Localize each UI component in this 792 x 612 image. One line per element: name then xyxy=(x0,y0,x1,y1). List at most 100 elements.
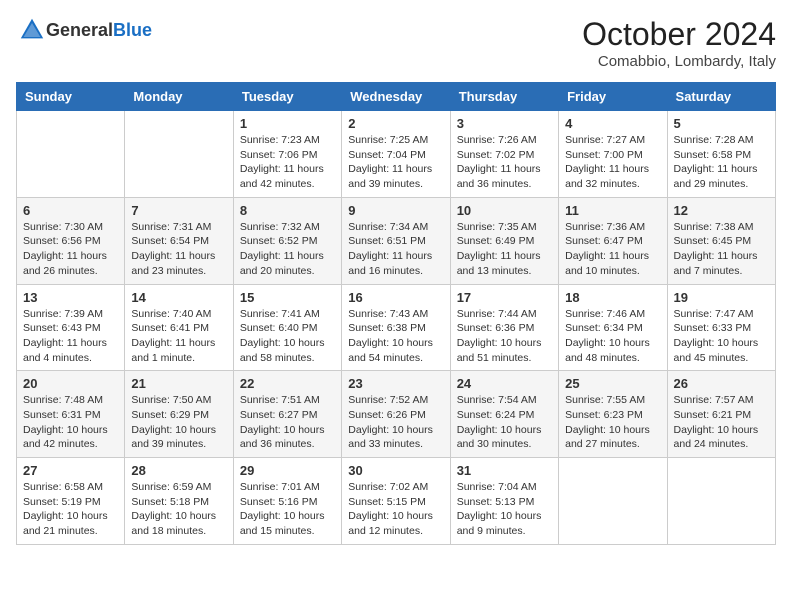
title-block: October 2024 Comabbio, Lombardy, Italy xyxy=(582,16,776,70)
cell-content: Sunrise: 7:04 AM Sunset: 5:13 PM Dayligh… xyxy=(457,480,552,539)
day-number: 6 xyxy=(23,203,118,218)
day-number: 1 xyxy=(240,116,335,131)
cell-content: Sunrise: 7:52 AM Sunset: 6:26 PM Dayligh… xyxy=(348,393,443,452)
cell-content: Sunrise: 7:32 AM Sunset: 6:52 PM Dayligh… xyxy=(240,220,335,279)
day-number: 12 xyxy=(674,203,769,218)
calendar-cell: 13 Sunrise: 7:39 AM Sunset: 6:43 PM Dayli… xyxy=(17,284,125,371)
calendar-table: SundayMondayTuesdayWednesdayThursdayFrid… xyxy=(16,82,776,545)
cell-content: Sunrise: 7:23 AM Sunset: 7:06 PM Dayligh… xyxy=(240,133,335,192)
cell-content: Sunrise: 7:25 AM Sunset: 7:04 PM Dayligh… xyxy=(348,133,443,192)
cell-content: Sunrise: 7:46 AM Sunset: 6:34 PM Dayligh… xyxy=(565,307,660,366)
calendar-cell: 30 Sunrise: 7:02 AM Sunset: 5:15 PM Dayli… xyxy=(342,458,450,545)
calendar-week-2: 6 Sunrise: 7:30 AM Sunset: 6:56 PM Daylig… xyxy=(17,197,776,284)
col-header-tuesday: Tuesday xyxy=(233,83,341,111)
day-number: 15 xyxy=(240,290,335,305)
calendar-cell: 12 Sunrise: 7:38 AM Sunset: 6:45 PM Dayli… xyxy=(667,197,775,284)
cell-content: Sunrise: 7:40 AM Sunset: 6:41 PM Dayligh… xyxy=(131,307,226,366)
cell-content: Sunrise: 7:36 AM Sunset: 6:47 PM Dayligh… xyxy=(565,220,660,279)
col-header-friday: Friday xyxy=(559,83,667,111)
cell-content: Sunrise: 7:31 AM Sunset: 6:54 PM Dayligh… xyxy=(131,220,226,279)
calendar-week-1: 1 Sunrise: 7:23 AM Sunset: 7:06 PM Daylig… xyxy=(17,111,776,198)
cell-content: Sunrise: 7:39 AM Sunset: 6:43 PM Dayligh… xyxy=(23,307,118,366)
day-number: 16 xyxy=(348,290,443,305)
calendar-cell: 14 Sunrise: 7:40 AM Sunset: 6:41 PM Dayli… xyxy=(125,284,233,371)
calendar-week-4: 20 Sunrise: 7:48 AM Sunset: 6:31 PM Dayli… xyxy=(17,371,776,458)
day-number: 31 xyxy=(457,463,552,478)
calendar-week-3: 13 Sunrise: 7:39 AM Sunset: 6:43 PM Dayli… xyxy=(17,284,776,371)
calendar-cell: 2 Sunrise: 7:25 AM Sunset: 7:04 PM Daylig… xyxy=(342,111,450,198)
col-header-sunday: Sunday xyxy=(17,83,125,111)
day-number: 2 xyxy=(348,116,443,131)
day-number: 27 xyxy=(23,463,118,478)
cell-content: Sunrise: 7:26 AM Sunset: 7:02 PM Dayligh… xyxy=(457,133,552,192)
location: Comabbio, Lombardy, Italy xyxy=(582,53,776,70)
cell-content: Sunrise: 7:51 AM Sunset: 6:27 PM Dayligh… xyxy=(240,393,335,452)
calendar-cell: 11Sunrise: 7:36 AM Sunset: 6:47 PM Dayli… xyxy=(559,197,667,284)
calendar-cell: 18 Sunrise: 7:46 AM Sunset: 6:34 PM Dayli… xyxy=(559,284,667,371)
calendar-cell: 27 Sunrise: 6:58 AM Sunset: 5:19 PM Dayli… xyxy=(17,458,125,545)
month-year: October 2024 xyxy=(582,16,776,53)
calendar-cell: 26Sunrise: 7:57 AM Sunset: 6:21 PM Dayli… xyxy=(667,371,775,458)
cell-content: Sunrise: 6:58 AM Sunset: 5:19 PM Dayligh… xyxy=(23,480,118,539)
calendar-cell: 17 Sunrise: 7:44 AM Sunset: 6:36 PM Dayli… xyxy=(450,284,558,371)
day-number: 18 xyxy=(565,290,660,305)
cell-content: Sunrise: 7:41 AM Sunset: 6:40 PM Dayligh… xyxy=(240,307,335,366)
day-number: 28 xyxy=(131,463,226,478)
cell-content: Sunrise: 7:38 AM Sunset: 6:45 PM Dayligh… xyxy=(674,220,769,279)
calendar-cell: 3 Sunrise: 7:26 AM Sunset: 7:02 PM Daylig… xyxy=(450,111,558,198)
calendar-week-5: 27 Sunrise: 6:58 AM Sunset: 5:19 PM Dayli… xyxy=(17,458,776,545)
day-number: 10 xyxy=(457,203,552,218)
day-number: 30 xyxy=(348,463,443,478)
logo-general-text: General xyxy=(46,20,113,40)
page-header: GeneralBlue October 2024 Comabbio, Lomba… xyxy=(16,16,776,70)
cell-content: Sunrise: 7:48 AM Sunset: 6:31 PM Dayligh… xyxy=(23,393,118,452)
calendar-cell: 5Sunrise: 7:28 AM Sunset: 6:58 PM Daylig… xyxy=(667,111,775,198)
col-header-monday: Monday xyxy=(125,83,233,111)
cell-content: Sunrise: 7:34 AM Sunset: 6:51 PM Dayligh… xyxy=(348,220,443,279)
calendar-cell: 16Sunrise: 7:43 AM Sunset: 6:38 PM Dayli… xyxy=(342,284,450,371)
calendar-cell: 31 Sunrise: 7:04 AM Sunset: 5:13 PM Dayli… xyxy=(450,458,558,545)
calendar-cell: 23Sunrise: 7:52 AM Sunset: 6:26 PM Dayli… xyxy=(342,371,450,458)
cell-content: Sunrise: 7:44 AM Sunset: 6:36 PM Dayligh… xyxy=(457,307,552,366)
calendar-cell: 25Sunrise: 7:55 AM Sunset: 6:23 PM Dayli… xyxy=(559,371,667,458)
calendar-cell: 6 Sunrise: 7:30 AM Sunset: 6:56 PM Daylig… xyxy=(17,197,125,284)
day-number: 20 xyxy=(23,376,118,391)
calendar-cell: 1 Sunrise: 7:23 AM Sunset: 7:06 PM Daylig… xyxy=(233,111,341,198)
calendar-cell: 19Sunrise: 7:47 AM Sunset: 6:33 PM Dayli… xyxy=(667,284,775,371)
day-number: 17 xyxy=(457,290,552,305)
calendar-cell: 24Sunrise: 7:54 AM Sunset: 6:24 PM Dayli… xyxy=(450,371,558,458)
col-header-thursday: Thursday xyxy=(450,83,558,111)
cell-content: Sunrise: 7:57 AM Sunset: 6:21 PM Dayligh… xyxy=(674,393,769,452)
day-number: 21 xyxy=(131,376,226,391)
day-number: 8 xyxy=(240,203,335,218)
day-number: 4 xyxy=(565,116,660,131)
cell-content: Sunrise: 7:54 AM Sunset: 6:24 PM Dayligh… xyxy=(457,393,552,452)
cell-content: Sunrise: 7:30 AM Sunset: 6:56 PM Dayligh… xyxy=(23,220,118,279)
calendar-header-row: SundayMondayTuesdayWednesdayThursdayFrid… xyxy=(17,83,776,111)
calendar-cell xyxy=(17,111,125,198)
day-number: 22 xyxy=(240,376,335,391)
calendar-cell: 21Sunrise: 7:50 AM Sunset: 6:29 PM Dayli… xyxy=(125,371,233,458)
cell-content: Sunrise: 7:02 AM Sunset: 5:15 PM Dayligh… xyxy=(348,480,443,539)
logo-icon xyxy=(18,16,46,44)
day-number: 7 xyxy=(131,203,226,218)
cell-content: Sunrise: 7:35 AM Sunset: 6:49 PM Dayligh… xyxy=(457,220,552,279)
cell-content: Sunrise: 7:27 AM Sunset: 7:00 PM Dayligh… xyxy=(565,133,660,192)
day-number: 3 xyxy=(457,116,552,131)
calendar-cell: 8 Sunrise: 7:32 AM Sunset: 6:52 PM Daylig… xyxy=(233,197,341,284)
col-header-wednesday: Wednesday xyxy=(342,83,450,111)
day-number: 14 xyxy=(131,290,226,305)
cell-content: Sunrise: 7:55 AM Sunset: 6:23 PM Dayligh… xyxy=(565,393,660,452)
calendar-cell: 4 Sunrise: 7:27 AM Sunset: 7:00 PM Daylig… xyxy=(559,111,667,198)
day-number: 29 xyxy=(240,463,335,478)
day-number: 19 xyxy=(674,290,769,305)
calendar-cell: 29Sunrise: 7:01 AM Sunset: 5:16 PM Dayli… xyxy=(233,458,341,545)
calendar-cell: 15 Sunrise: 7:41 AM Sunset: 6:40 PM Dayli… xyxy=(233,284,341,371)
day-number: 9 xyxy=(348,203,443,218)
day-number: 13 xyxy=(23,290,118,305)
calendar-cell: 7 Sunrise: 7:31 AM Sunset: 6:54 PM Daylig… xyxy=(125,197,233,284)
calendar-cell xyxy=(125,111,233,198)
day-number: 5 xyxy=(674,116,769,131)
calendar-cell: 22 Sunrise: 7:51 AM Sunset: 6:27 PM Dayli… xyxy=(233,371,341,458)
logo: GeneralBlue xyxy=(16,16,152,44)
